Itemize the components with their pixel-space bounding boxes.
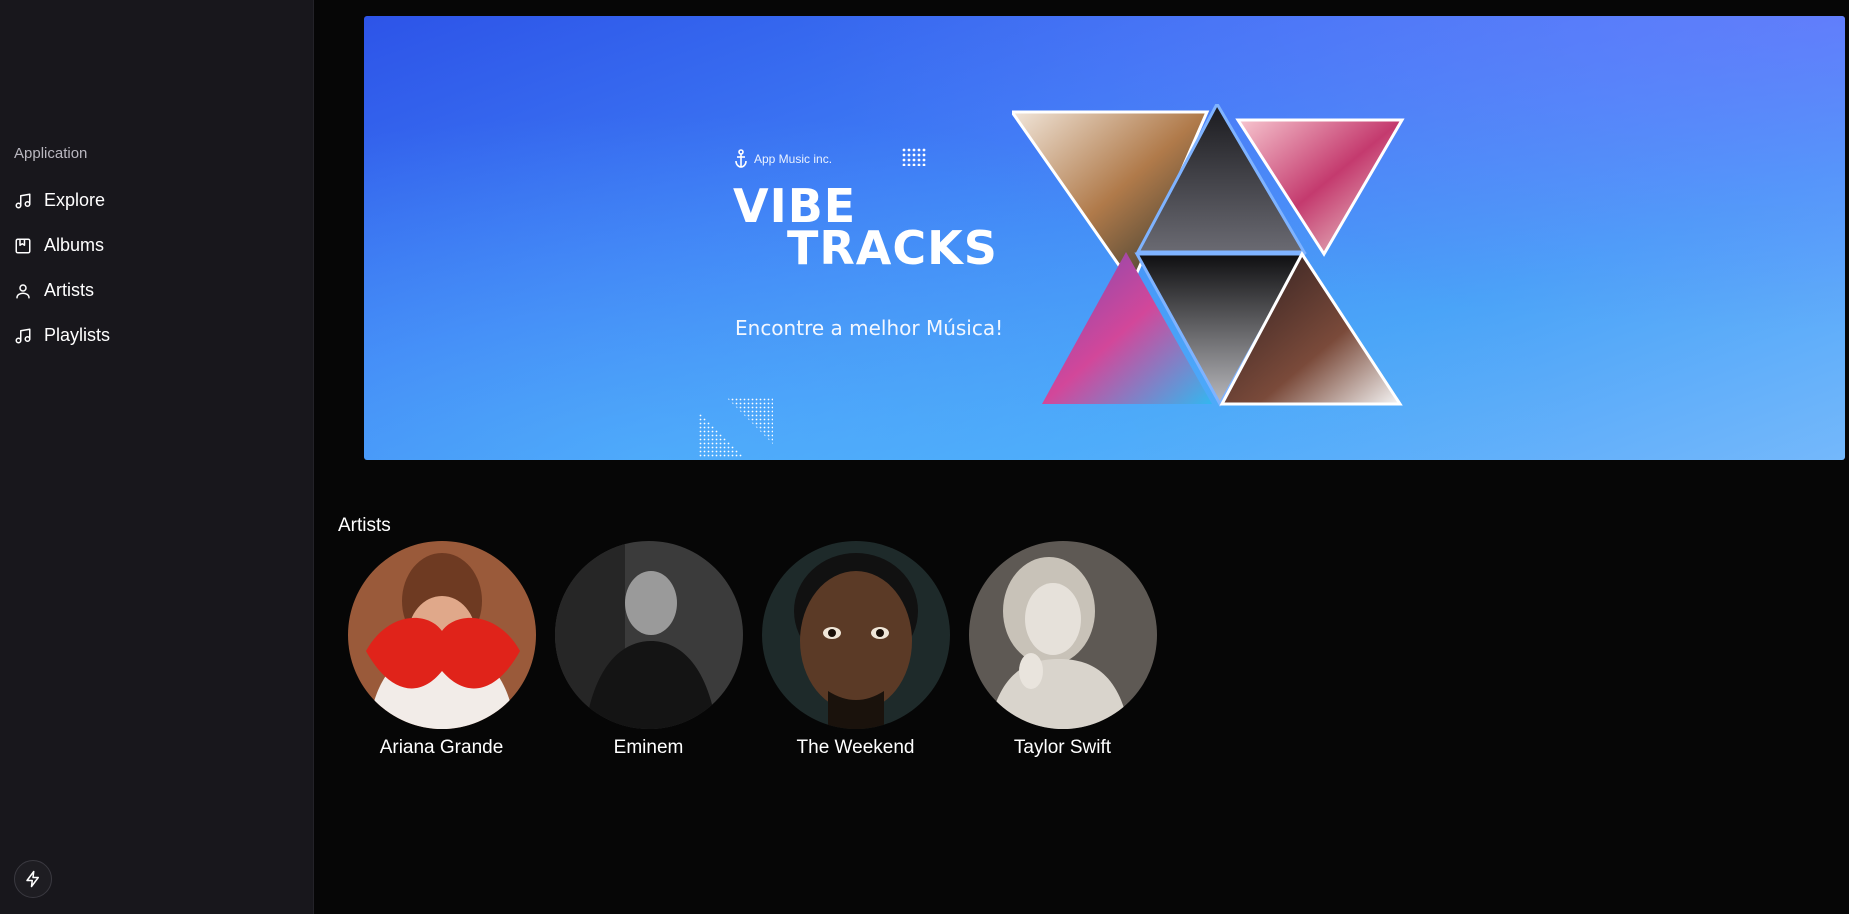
artist-card-taylor-swift[interactable]: Taylor Swift — [959, 541, 1166, 759]
artist-card-ariana-grande[interactable]: Ariana Grande — [338, 541, 545, 759]
dotted-triangle-decoration — [699, 398, 773, 458]
user-icon — [16, 283, 30, 298]
sidebar-item-playlists[interactable]: Playlists — [14, 313, 294, 358]
sound-wave-logo — [186, 16, 286, 98]
sidebar: Application Explore Albums Artists Playl… — [0, 0, 314, 914]
brand-text: App Music inc. — [754, 152, 833, 166]
artist-photo — [968, 541, 1157, 729]
artist-card-eminem[interactable]: Eminem — [545, 541, 752, 759]
avatar[interactable] — [761, 541, 950, 729]
anchor-icon — [735, 149, 747, 168]
music-note-icon — [15, 193, 31, 208]
banner-title-line2: TRACKS — [787, 221, 998, 275]
lightning-icon — [26, 870, 39, 888]
sidebar-item-label: Playlists — [44, 325, 111, 345]
bookmark-album-icon — [15, 238, 31, 253]
section-label: Application — [14, 145, 88, 162]
sidebar-item-albums[interactable]: Albums — [14, 223, 294, 268]
avatar[interactable] — [347, 541, 536, 729]
sidebar-item-label: Explore — [44, 190, 106, 210]
banner-tagline: Encontre a melhor Música! — [735, 316, 1004, 340]
sidebar-item-artists[interactable]: Artists — [14, 268, 294, 313]
artist-name: Eminem — [613, 737, 684, 758]
artist-collage — [1012, 104, 1405, 408]
brand-label: App Music inc. — [734, 149, 832, 169]
hero-banner[interactable]: App Music inc. VIBE TRACKS Encontre a me… — [364, 16, 1845, 460]
artist-card-the-weekend[interactable]: The Weekend — [752, 541, 959, 759]
music-note-icon — [15, 328, 31, 343]
sidebar-item-explore[interactable]: Explore — [14, 178, 294, 223]
artist-name: Taylor Swift — [1013, 737, 1112, 758]
lightning-button[interactable] — [14, 860, 52, 898]
dot-grid-decoration — [902, 148, 926, 166]
sidebar-item-label: Artists — [44, 280, 95, 300]
sidebar-nav: Explore Albums Artists Playlists — [14, 178, 294, 358]
artist-photo — [347, 541, 536, 729]
avatar[interactable] — [968, 541, 1157, 729]
artist-photo — [761, 541, 950, 729]
artists-list: Ariana Grande Eminem The Weekend Taylor … — [338, 541, 1166, 759]
artist-name: Ariana Grande — [379, 737, 504, 758]
sidebar-item-label: Albums — [44, 235, 105, 255]
avatar[interactable] — [554, 541, 743, 729]
artist-photo — [554, 541, 743, 729]
artist-name: The Weekend — [796, 737, 915, 758]
artists-heading: Artists — [338, 515, 391, 536]
